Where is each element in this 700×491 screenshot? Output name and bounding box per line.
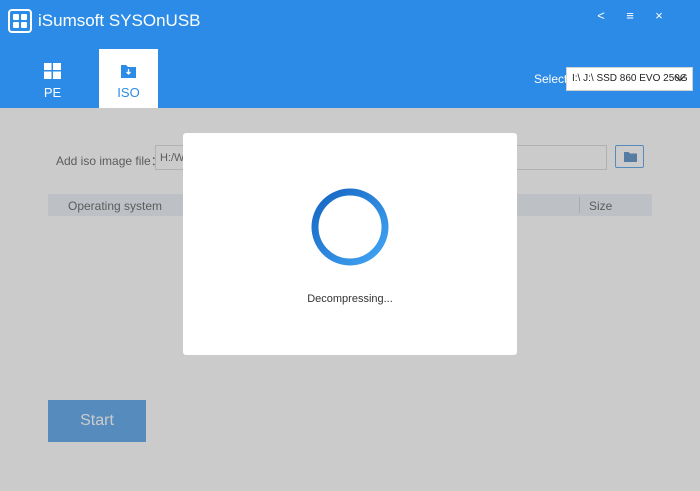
title-bar: iSumsoft SYSOnUSB < ≡ × PE ISO Select: I…	[0, 0, 700, 108]
decompressing-message: Decompressing...	[307, 293, 393, 305]
drive-select-value: I:\ J:\ SSD 860 EVO 250G	[572, 73, 688, 84]
tab-pe-label: PE	[43, 85, 62, 100]
drive-select[interactable]: I:\ J:\ SSD 860 EVO 250G	[566, 67, 693, 91]
iso-download-icon	[121, 65, 136, 78]
chevron-down-icon	[674, 75, 686, 82]
tab-pe[interactable]: PE	[23, 49, 82, 108]
tab-iso[interactable]: ISO	[99, 49, 158, 108]
back-button[interactable]: <	[590, 6, 612, 26]
app-logo-icon	[8, 9, 32, 33]
loading-spinner-icon	[311, 188, 389, 266]
progress-dialog: Decompressing...	[183, 133, 517, 355]
tab-iso-label: ISO	[117, 85, 140, 100]
windows-icon	[44, 63, 61, 79]
menu-button[interactable]: ≡	[619, 6, 641, 26]
close-button[interactable]: ×	[648, 6, 670, 26]
app-title: iSumsoft SYSOnUSB	[38, 11, 201, 30]
